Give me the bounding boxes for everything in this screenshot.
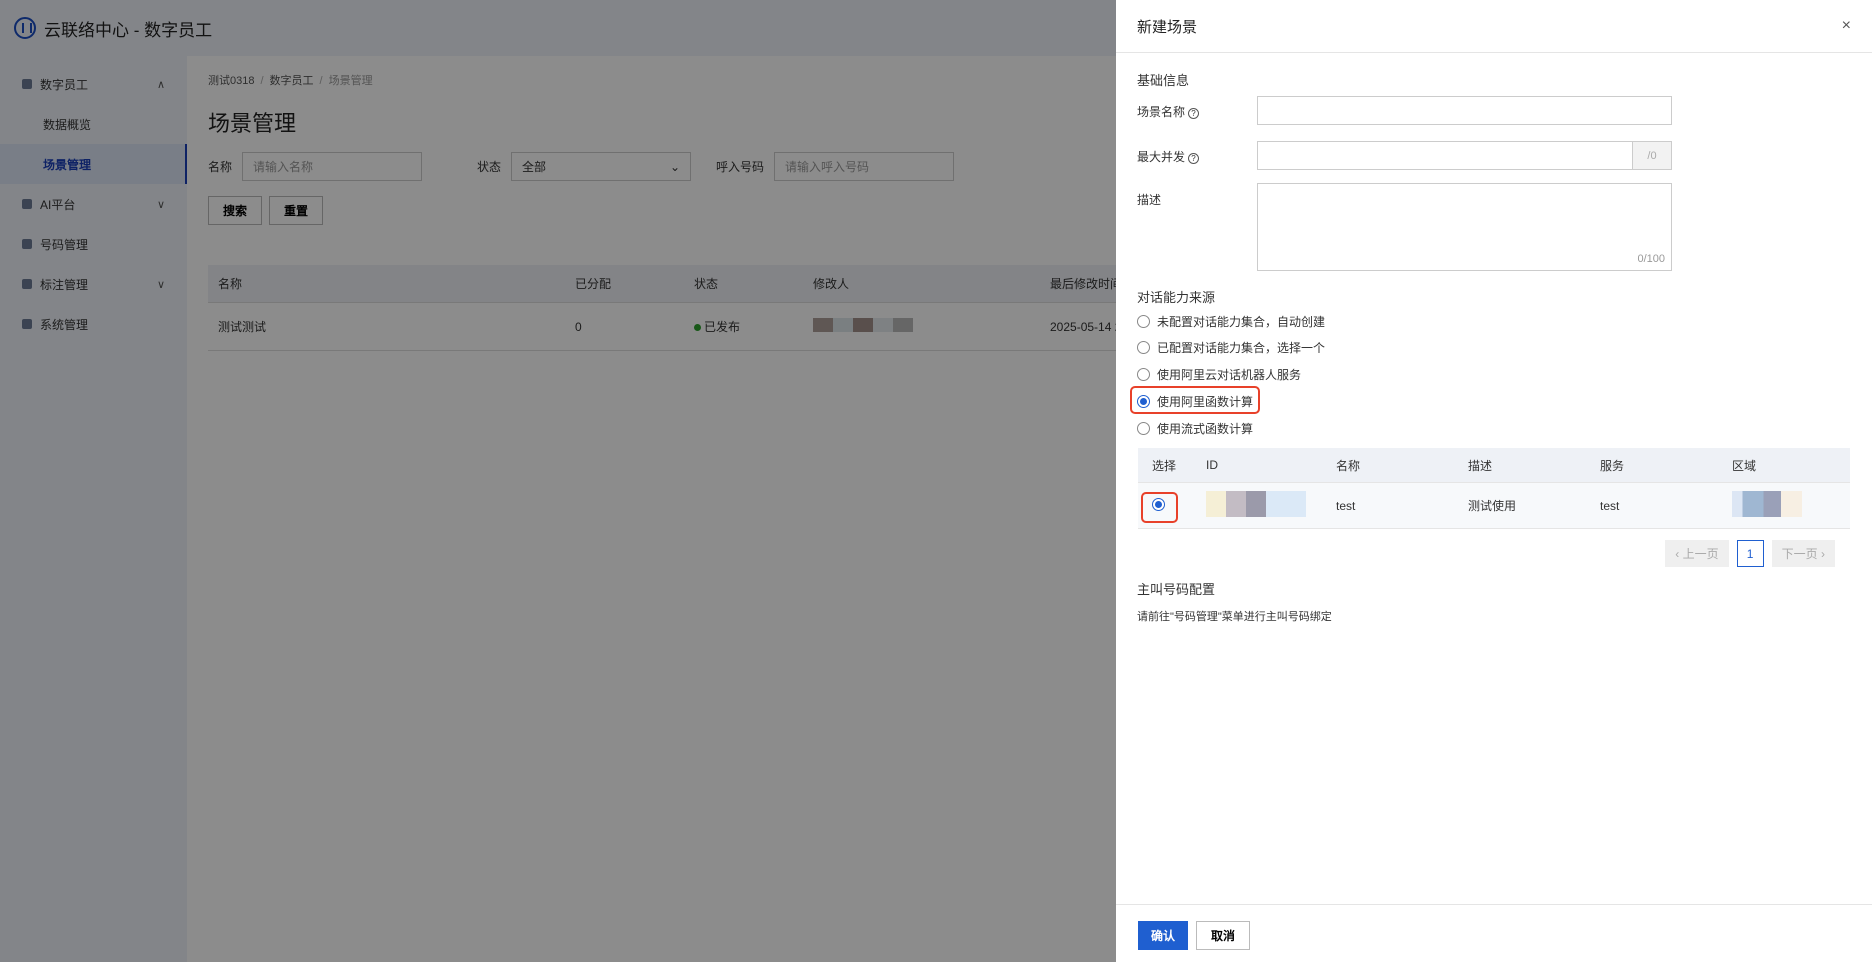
cancel-button[interactable]: 取消 [1196, 921, 1251, 950]
redacted-id [1206, 491, 1306, 517]
next-page-button[interactable]: 下一页 › [1771, 540, 1835, 567]
char-count: 0/100 [1637, 253, 1665, 265]
radio-option-aliyun-bot[interactable]: 使用阿里云对话机器人服务 [1137, 366, 1301, 383]
label-text: 最大并发 [1137, 150, 1186, 164]
column-header: 选择 [1152, 458, 1177, 473]
column-header: ID [1206, 458, 1218, 472]
help-icon[interactable]: ? [1188, 153, 1200, 164]
scene-name-input[interactable] [1257, 96, 1672, 125]
column-header: 名称 [1336, 458, 1361, 473]
column-header: 区域 [1732, 458, 1757, 473]
prev-page-button[interactable]: ‹ 上一页 [1665, 540, 1729, 567]
section-source: 对话能力来源 [1137, 290, 1216, 305]
table-row[interactable]: test 测试使用 test [1138, 483, 1850, 529]
radio-option-streaming-function[interactable]: 使用流式函数计算 [1137, 420, 1253, 437]
confirm-button[interactable]: 确认 [1138, 921, 1189, 950]
option-label: 未配置对话能力集合，自动创建 [1157, 315, 1326, 329]
close-icon[interactable]: × [1842, 17, 1851, 35]
next-label: 下一页 [1781, 547, 1818, 561]
cell-name: test [1336, 498, 1356, 513]
cell-service: test [1600, 498, 1620, 513]
drawer-header: 新建场景 × [1116, 0, 1872, 53]
radio-icon [1137, 315, 1150, 328]
table-header: 选择 ID 名称 描述 服务 区域 [1138, 448, 1850, 483]
description-textarea[interactable]: 0/100 [1257, 183, 1672, 271]
radio-icon [1137, 368, 1150, 381]
pagination: ‹ 上一页 1 下一页 › [1665, 540, 1835, 567]
function-table: 选择 ID 名称 描述 服务 区域 test 测试使用 test [1138, 448, 1850, 529]
page-1-button[interactable]: 1 [1736, 540, 1764, 567]
radio-icon [1137, 341, 1150, 354]
cell-desc: 测试使用 [1468, 499, 1517, 513]
section-caller: 主叫号码配置 [1137, 582, 1216, 597]
column-header: 服务 [1600, 458, 1625, 473]
concurrency-input[interactable]: /0 [1257, 141, 1672, 170]
option-label: 已配置对话能力集合，选择一个 [1157, 341, 1326, 355]
prev-label: 上一页 [1682, 547, 1719, 561]
drawer-footer: 确认 取消 [1116, 904, 1872, 966]
highlight-box [1130, 386, 1260, 414]
cell-id [1206, 491, 1336, 520]
concurrency-addon: /0 [1632, 142, 1671, 169]
radio-icon [1137, 422, 1150, 435]
new-scene-drawer: 新建场景 × 基础信息 场景名称? 最大并发? /0 描述 0/100 对话能力… [1116, 0, 1872, 962]
desc-label: 描述 [1137, 193, 1162, 207]
label-text: 场景名称 [1137, 105, 1186, 119]
help-icon[interactable]: ? [1188, 108, 1200, 119]
radio-option-auto-create[interactable]: 未配置对话能力集合，自动创建 [1137, 313, 1325, 330]
section-basic: 基础信息 [1137, 73, 1190, 88]
scene-name-label: 场景名称? [1137, 103, 1200, 120]
chevron-right-icon: › [1817, 546, 1825, 561]
caller-hint: 请前往"号码管理"菜单进行主叫号码绑定 [1137, 611, 1332, 623]
highlight-box [1141, 492, 1178, 523]
concurrency-label: 最大并发? [1137, 148, 1200, 165]
option-label: 使用流式函数计算 [1157, 422, 1254, 436]
option-label: 使用阿里云对话机器人服务 [1157, 368, 1302, 382]
cell-region [1732, 491, 1850, 520]
drawer-title: 新建场景 [1137, 18, 1198, 36]
chevron-left-icon: ‹ [1675, 546, 1683, 561]
radio-option-select-existing[interactable]: 已配置对话能力集合，选择一个 [1137, 339, 1325, 356]
redacted-region [1732, 491, 1802, 517]
column-header: 描述 [1468, 458, 1493, 473]
